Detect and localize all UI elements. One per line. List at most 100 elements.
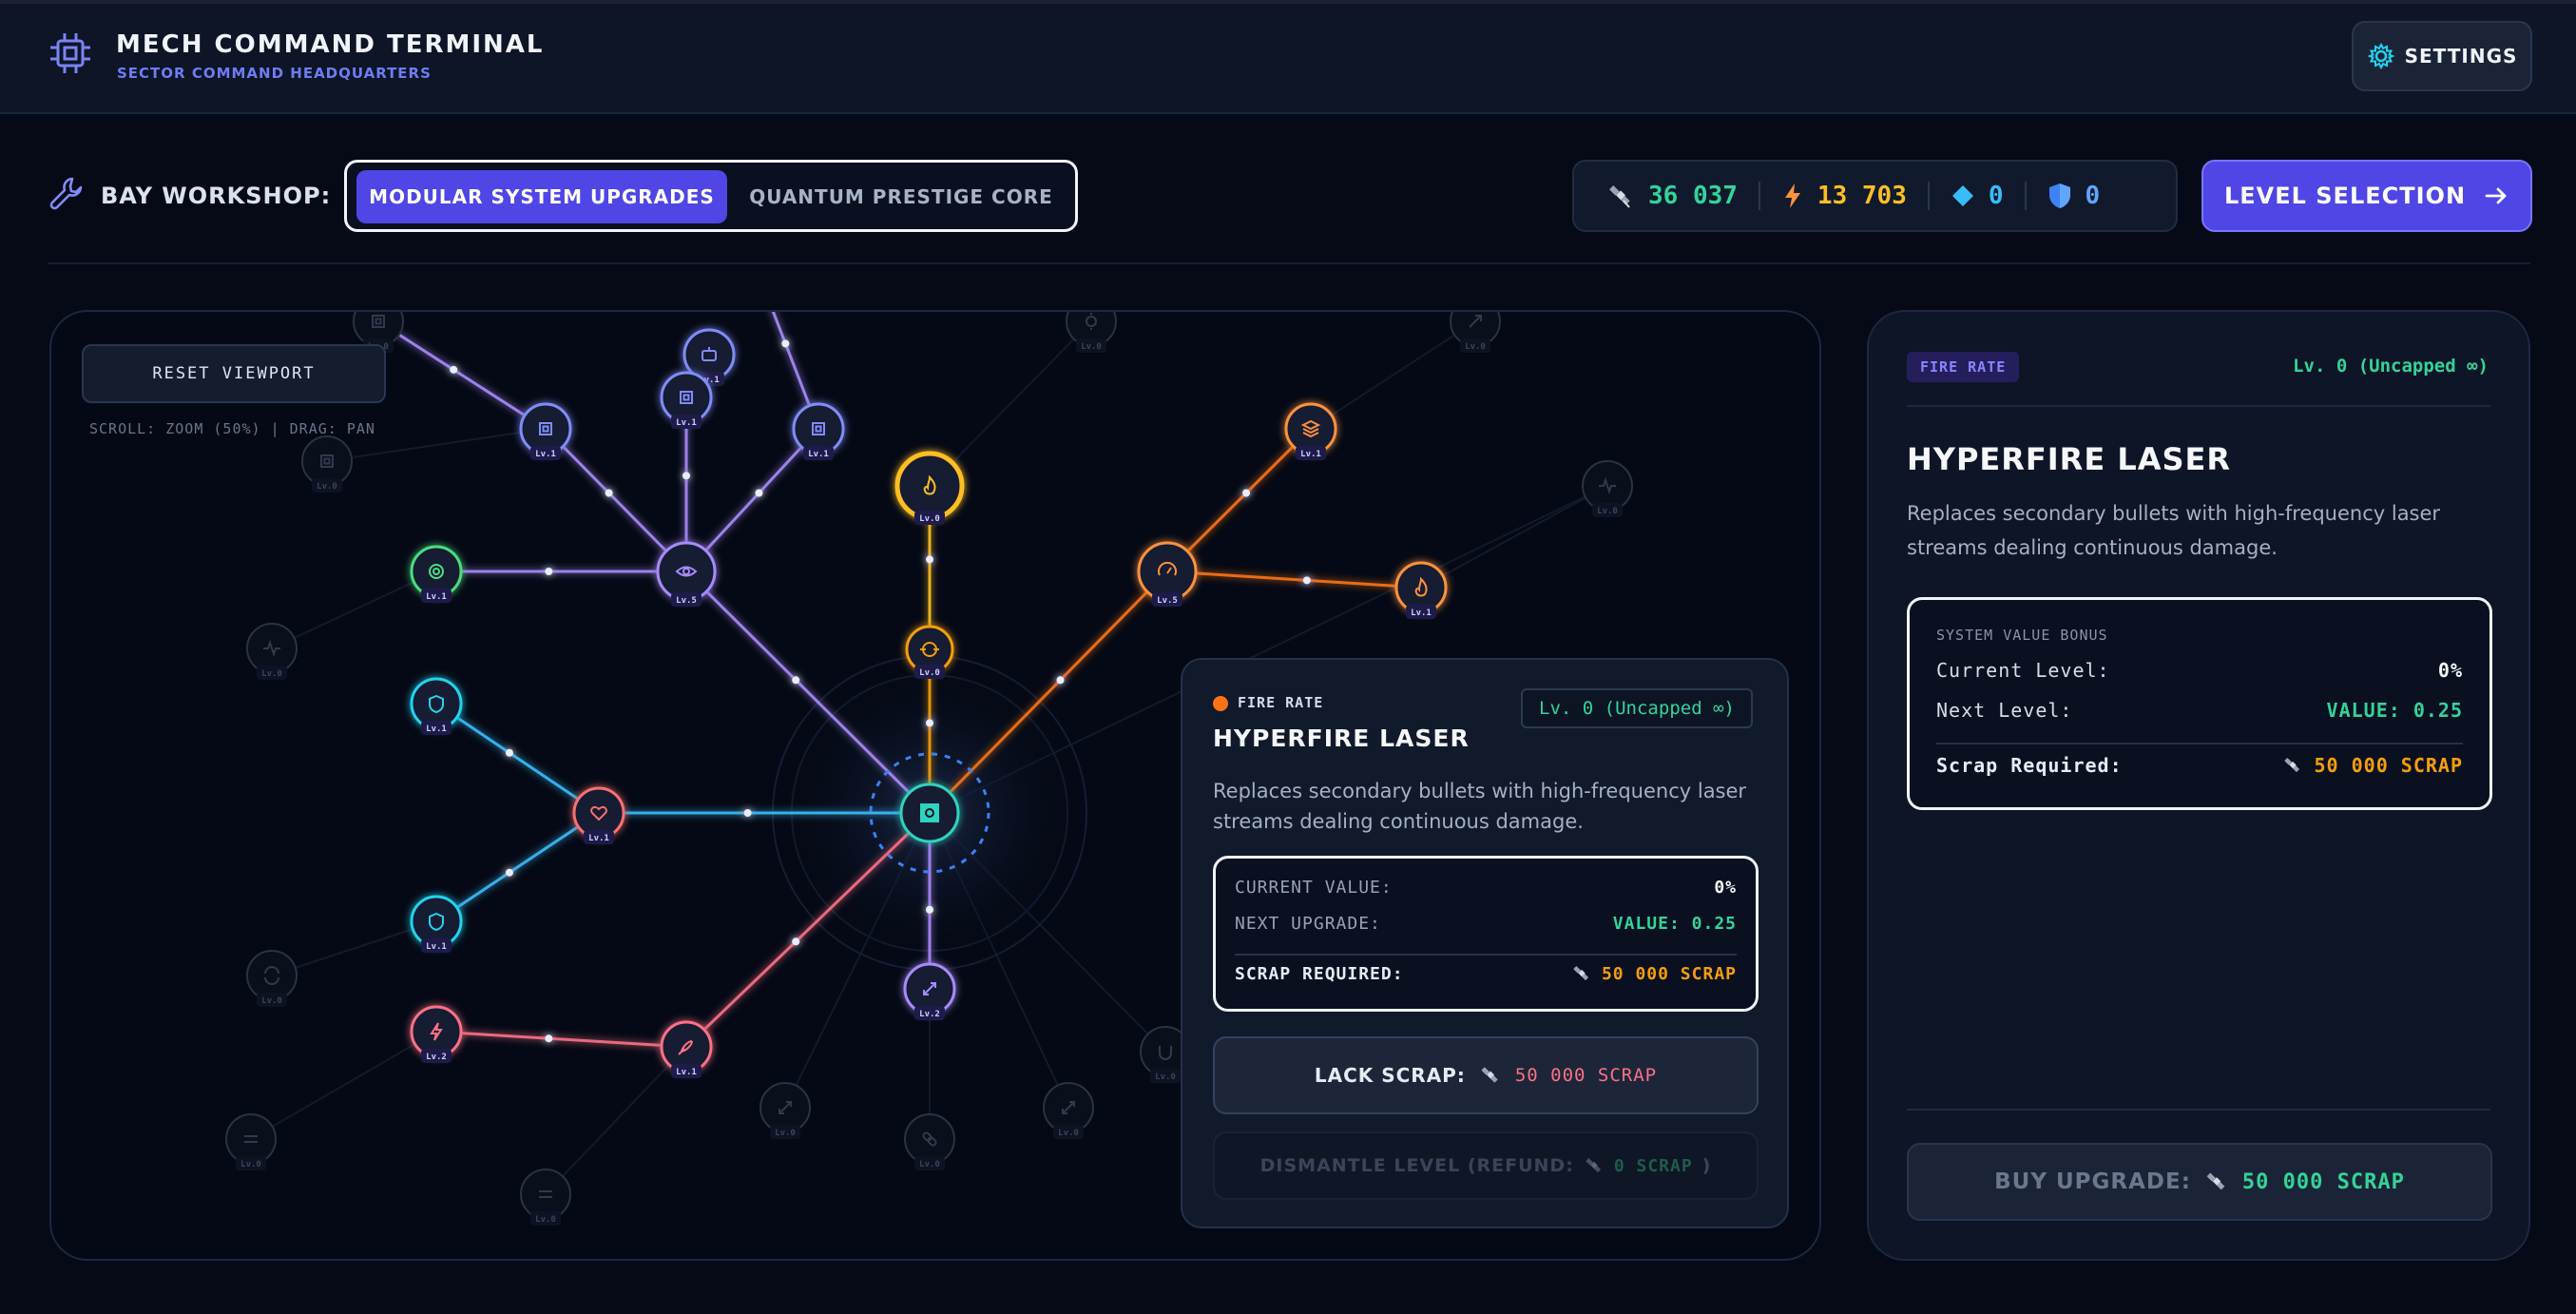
energy-value: 13 703: [1817, 182, 1907, 210]
upgrade-node-eye[interactable]: Lv.5: [656, 541, 717, 607]
detail-divider: [1907, 405, 2490, 407]
satellite-icon: [1609, 185, 1630, 208]
category-dot: [1213, 696, 1228, 711]
locked-connection: [545, 1046, 687, 1195]
upgrade-node-heart[interactable]: Lv.1: [572, 786, 625, 844]
satellite-icon: [2206, 1172, 2225, 1190]
level-badge-text: Lv.0: [240, 1160, 261, 1169]
energy-pulse-dot: [605, 489, 613, 497]
level-badge-text: Lv.1: [426, 942, 447, 952]
upgrade-node-flame-b[interactable]: Lv.1: [1394, 561, 1448, 619]
next-upgrade-value: VALUE: 0.25: [1612, 914, 1737, 934]
dismantle-value: 0 SCRAP: [1613, 1155, 1693, 1176]
upgrade-node-refresh[interactable]: Lv.0: [246, 950, 298, 1007]
energy-pulse-dot: [505, 748, 513, 757]
next-level-label: Next Level:: [1936, 699, 2073, 722]
next-level-value: VALUE: 0.25: [2326, 699, 2463, 722]
upgrade-node-expand-c[interactable]: Lv.0: [1043, 1082, 1094, 1139]
level-badge-text: Lv.0: [1465, 342, 1486, 352]
current-level-row: Current Level: 0%: [1936, 659, 2463, 682]
connection-line: [1166, 570, 1422, 589]
upgrade-node-cpu-b[interactable]: Lv.1: [660, 371, 713, 429]
connection-line: [435, 811, 600, 923]
upgrade-node-fire-main[interactable]: Lv.0: [894, 451, 965, 525]
upgrade-node-pulse-b[interactable]: Lv.0: [1582, 460, 1633, 517]
scrap-required-amount: 50 000 SCRAP: [2282, 754, 2464, 777]
energy-pulse-dot: [792, 937, 800, 946]
toolbar-divider: [48, 262, 2530, 264]
upgrade-node-shield-b[interactable]: Lv.1: [410, 895, 463, 953]
cpu-chip-icon: [50, 33, 90, 73]
upgrade-node-gauge[interactable]: Lv.5: [1137, 541, 1198, 607]
upgrade-node-cpu-a[interactable]: Lv.1: [519, 402, 572, 460]
node-ring: [894, 451, 965, 521]
app-title: MECH COMMAND TERMINAL: [116, 30, 545, 59]
locked-connection: [1420, 485, 1608, 589]
tab-quantum-prestige-core[interactable]: QUANTUM PRESTIGE CORE: [735, 170, 1067, 223]
resource-scrap: 36 037: [1606, 182, 1738, 210]
level-badge-text: Lv.0: [919, 1160, 940, 1169]
satellite-icon: [1586, 1157, 1601, 1173]
satellite-icon: [1573, 965, 1589, 981]
upgrade-node-arrows-a[interactable]: Lv.0: [225, 1113, 277, 1170]
popup-level-badge: Lv. 0 (Uncapped ∞): [1521, 688, 1753, 728]
settings-button[interactable]: SETTINGS: [2352, 21, 2532, 91]
locked-connection: [1310, 320, 1476, 430]
upgrade-node-link[interactable]: Lv.0: [904, 1113, 955, 1170]
bay-workshop-label: BAY WORKSHOP:: [101, 183, 332, 209]
level-badge-text: Lv.1: [426, 725, 447, 734]
energy-pulse-dot: [1302, 576, 1311, 585]
resource-shields: 0: [2047, 182, 2100, 210]
node-ring: [1137, 541, 1198, 602]
upgrade-node-top-c[interactable]: Lv.0: [1450, 312, 1501, 353]
resource-energy: 13 703: [1781, 182, 1907, 210]
level-selection-button[interactable]: LEVEL SELECTION: [2201, 160, 2532, 232]
lack-scrap-value: 50 000 SCRAP: [1514, 1065, 1658, 1086]
upgrade-node-cpu-locked[interactable]: Lv.0: [301, 435, 353, 493]
dismantle-close: ): [1701, 1155, 1712, 1176]
lack-scrap-button[interactable]: LACK SCRAP: 50 000 SCRAP: [1213, 1036, 1759, 1114]
popup-title: HYPERFIRE LASER: [1213, 725, 1470, 752]
upgrade-tree-panel[interactable]: Lv.0 Lv.0 Lv.5 Lv.1 Lv.1 Lv.1 Lv.1 Lv.2 Lv.1 Lv.1…: [49, 310, 1821, 1261]
detail-level: Lv. 0 (Uncapped ∞): [2293, 356, 2489, 377]
level-badge-text: Lv.0: [1597, 507, 1618, 516]
upgrade-node-cpu-c[interactable]: Lv.1: [792, 402, 845, 460]
stats-divider: [1936, 743, 2463, 744]
energy-pulse-dot: [926, 555, 933, 564]
upgrade-node-bolt[interactable]: Lv.2: [410, 1005, 463, 1063]
upgrade-node-pulse-a[interactable]: Lv.0: [246, 623, 298, 680]
energy-pulse-dot: [505, 868, 513, 877]
scrap-required-amount: 50 000 SCRAP: [1571, 963, 1737, 984]
resource-divider: [2024, 182, 2027, 210]
level-badge-text: Lv.1: [808, 450, 829, 459]
current-value-row: CURRENT VALUE: 0%: [1235, 878, 1737, 898]
level-badge-text: Lv.1: [676, 418, 697, 428]
energy-pulse-dot: [926, 719, 933, 727]
workshop-tab-group: MODULAR SYSTEM UPGRADES QUANTUM PRESTIGE…: [344, 160, 1078, 232]
detail-title: HYPERFIRE LASER: [1907, 441, 2232, 477]
upgrade-node-layers[interactable]: Lv.1: [1284, 402, 1337, 460]
level-badge-text: Lv.1: [1411, 609, 1432, 618]
popup-stats-box: CURRENT VALUE: 0% NEXT UPGRADE: VALUE: 0…: [1213, 856, 1759, 1012]
tab-modular-system-upgrades[interactable]: MODULAR SYSTEM UPGRADES: [356, 170, 727, 223]
energy-pulse-dot: [682, 472, 690, 480]
node-ring: [656, 541, 717, 602]
upgrade-node-expand-b[interactable]: Lv.0: [759, 1082, 811, 1139]
upgrade-node-top-b[interactable]: Lv.0: [1066, 312, 1117, 353]
upgrade-node-rocket[interactable]: Lv.1: [660, 1020, 713, 1078]
resource-divider: [1758, 182, 1760, 210]
level-badge-text: Lv.1: [1300, 450, 1321, 459]
buy-upgrade-button[interactable]: BUY UPGRADE: 50 000 SCRAP: [1907, 1143, 2492, 1221]
upgrade-node-arrows-b[interactable]: Lv.0: [520, 1169, 571, 1226]
upgrade-node-expand[interactable]: Lv.2: [903, 962, 956, 1020]
core-icon: [920, 803, 939, 822]
dismantle-level-button[interactable]: DISMANTLE LEVEL (REFUND: 0 SCRAP ): [1213, 1131, 1759, 1200]
satellite-icon: [2283, 757, 2299, 773]
energy-pulse-dot: [755, 489, 763, 497]
next-upgrade-row: NEXT UPGRADE: VALUE: 0.25: [1235, 914, 1737, 934]
upgrade-node-target[interactable]: Lv.1: [410, 545, 463, 603]
category-badge: FIRE RATE: [1907, 352, 2020, 382]
upgrade-node-shield-a[interactable]: Lv.1: [410, 677, 463, 735]
reset-viewport-button[interactable]: RESET VIEWPORT: [82, 344, 386, 403]
next-level-row: Next Level: VALUE: 0.25: [1936, 699, 2463, 722]
